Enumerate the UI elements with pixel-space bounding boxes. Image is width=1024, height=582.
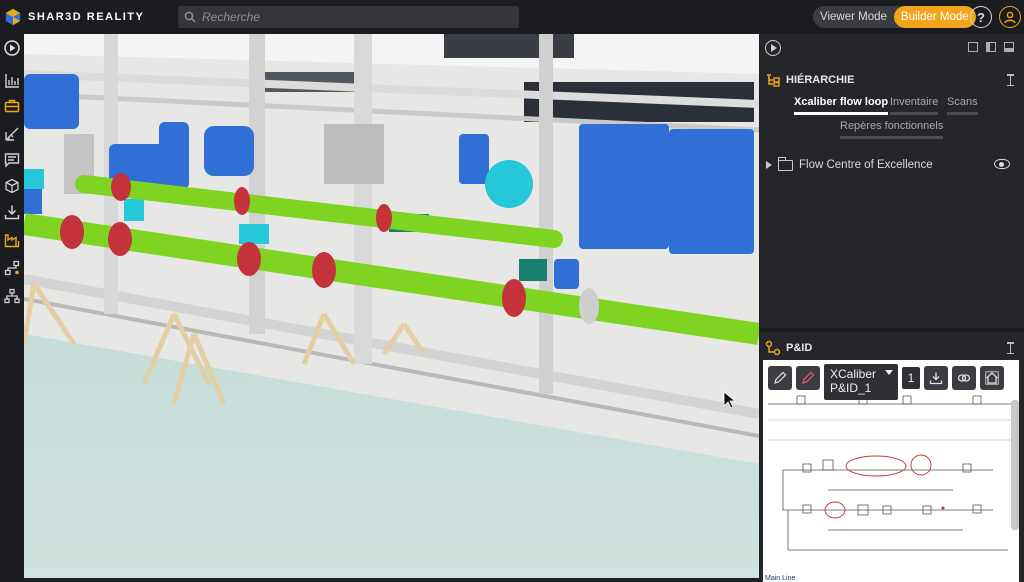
left-toolbar bbox=[0, 34, 24, 582]
tab-scans[interactable]: Scans bbox=[947, 96, 978, 115]
home-icon[interactable] bbox=[980, 366, 1004, 390]
play-circle-icon[interactable] bbox=[2, 38, 22, 58]
pid-header: P&ID bbox=[760, 338, 1024, 358]
comment-icon[interactable] bbox=[2, 150, 22, 170]
right-panel: HIÉRARCHIE Xcaliber flow loop Inventaire… bbox=[760, 34, 1024, 582]
chevron-down-icon bbox=[885, 370, 893, 375]
3d-viewport[interactable] bbox=[24, 34, 759, 578]
play-circle-icon[interactable] bbox=[765, 40, 781, 56]
ruler-icon[interactable] bbox=[2, 124, 22, 144]
factory-icon[interactable] bbox=[2, 230, 22, 250]
shar3d-logo-icon bbox=[5, 8, 21, 26]
tree-icon[interactable] bbox=[2, 286, 22, 306]
eye-icon[interactable] bbox=[994, 159, 1010, 169]
top-bar: SHAR3D REALITY Viewer Mode Builder Mode … bbox=[0, 0, 1024, 34]
point-cloud-scene bbox=[24, 34, 759, 578]
pid-page-number[interactable]: 1 bbox=[902, 367, 920, 389]
pid-toolbar: XCaliber P&ID_1 1 bbox=[768, 364, 1004, 400]
tree-item[interactable]: Flow Centre of Excellence bbox=[766, 156, 1016, 174]
search-bar[interactable] bbox=[178, 6, 519, 28]
pid-title: P&ID bbox=[786, 342, 813, 354]
cube-icon[interactable] bbox=[2, 176, 22, 196]
tab-xcaliber-flow-loop[interactable]: Xcaliber flow loop bbox=[794, 96, 889, 115]
panel-divider[interactable] bbox=[760, 328, 1024, 332]
search-icon bbox=[184, 11, 196, 23]
folder-icon bbox=[778, 156, 793, 171]
app-logo[interactable]: SHAR3D REALITY bbox=[4, 0, 144, 34]
builder-mode-button[interactable]: Builder Mode bbox=[893, 6, 976, 28]
search-input[interactable] bbox=[202, 10, 502, 24]
user-glyph bbox=[1004, 11, 1016, 24]
download-icon[interactable] bbox=[2, 202, 22, 222]
layout-split-vertical-icon[interactable] bbox=[986, 42, 996, 52]
tab-inventaire[interactable]: Inventaire bbox=[890, 96, 939, 115]
network-icon[interactable] bbox=[2, 258, 22, 278]
help-circle-icon[interactable]: ? bbox=[970, 6, 992, 28]
tree-item-label: Flow Centre of Excellence bbox=[799, 159, 933, 171]
panel-header bbox=[760, 34, 1024, 62]
markup-pencil-icon[interactable] bbox=[796, 366, 820, 390]
pin-icon[interactable] bbox=[1007, 342, 1018, 354]
brand-name: SHAR3D REALITY bbox=[28, 11, 145, 23]
mode-toggle: Viewer Mode Builder Mode bbox=[813, 6, 976, 28]
chart-icon[interactable] bbox=[2, 70, 22, 90]
layout-split-horizontal-icon[interactable] bbox=[1004, 42, 1014, 52]
pid-footer-label: Main Line bbox=[765, 575, 796, 582]
link-icon[interactable] bbox=[952, 366, 976, 390]
download-icon[interactable] bbox=[924, 366, 948, 390]
expand-caret-icon[interactable] bbox=[766, 161, 772, 169]
user-icon[interactable] bbox=[999, 6, 1021, 28]
pencil-icon[interactable] bbox=[768, 366, 792, 390]
briefcase-icon[interactable] bbox=[2, 96, 22, 116]
pin-icon[interactable] bbox=[1007, 74, 1018, 86]
pid-icon bbox=[765, 340, 781, 356]
tab-reperes-fonctionnels[interactable]: Repères fonctionnels bbox=[840, 120, 944, 139]
viewer-mode-button[interactable]: Viewer Mode bbox=[813, 6, 894, 28]
pid-document-select[interactable]: XCaliber P&ID_1 bbox=[824, 364, 898, 400]
hierarchy-icon bbox=[767, 74, 780, 87]
hierarchy-header: HIÉRARCHIE bbox=[760, 70, 1024, 90]
layout-controls bbox=[968, 42, 1014, 52]
pid-scrollbar[interactable] bbox=[1011, 400, 1019, 530]
pid-document-viewer[interactable]: XCaliber P&ID_1 1 Main Line bbox=[763, 360, 1019, 582]
pid-document-select-value: XCaliber P&ID_1 bbox=[830, 367, 877, 395]
layout-single-icon[interactable] bbox=[968, 42, 978, 52]
hierarchy-title: HIÉRARCHIE bbox=[786, 74, 855, 86]
